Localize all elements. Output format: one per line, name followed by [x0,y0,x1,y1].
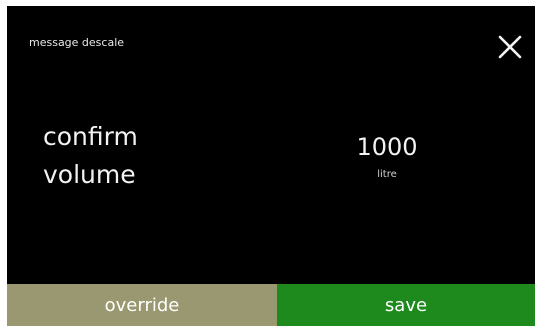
volume-unit: litre [377,169,397,180]
confirm-volume-prompt: confirm volume [43,118,138,194]
volume-readout: 1000 litre [327,132,447,182]
close-icon [498,35,522,59]
prompt-line-volume: volume [43,160,136,189]
screen-title: message descale [29,36,125,49]
override-button[interactable]: override [7,284,277,326]
descale-screen: message descale confirm volume 1000 litr… [7,6,535,326]
volume-value: 1000 [356,133,418,161]
save-button[interactable]: save [277,284,535,326]
close-button[interactable] [495,32,525,62]
prompt-line-confirm: confirm [43,122,138,151]
